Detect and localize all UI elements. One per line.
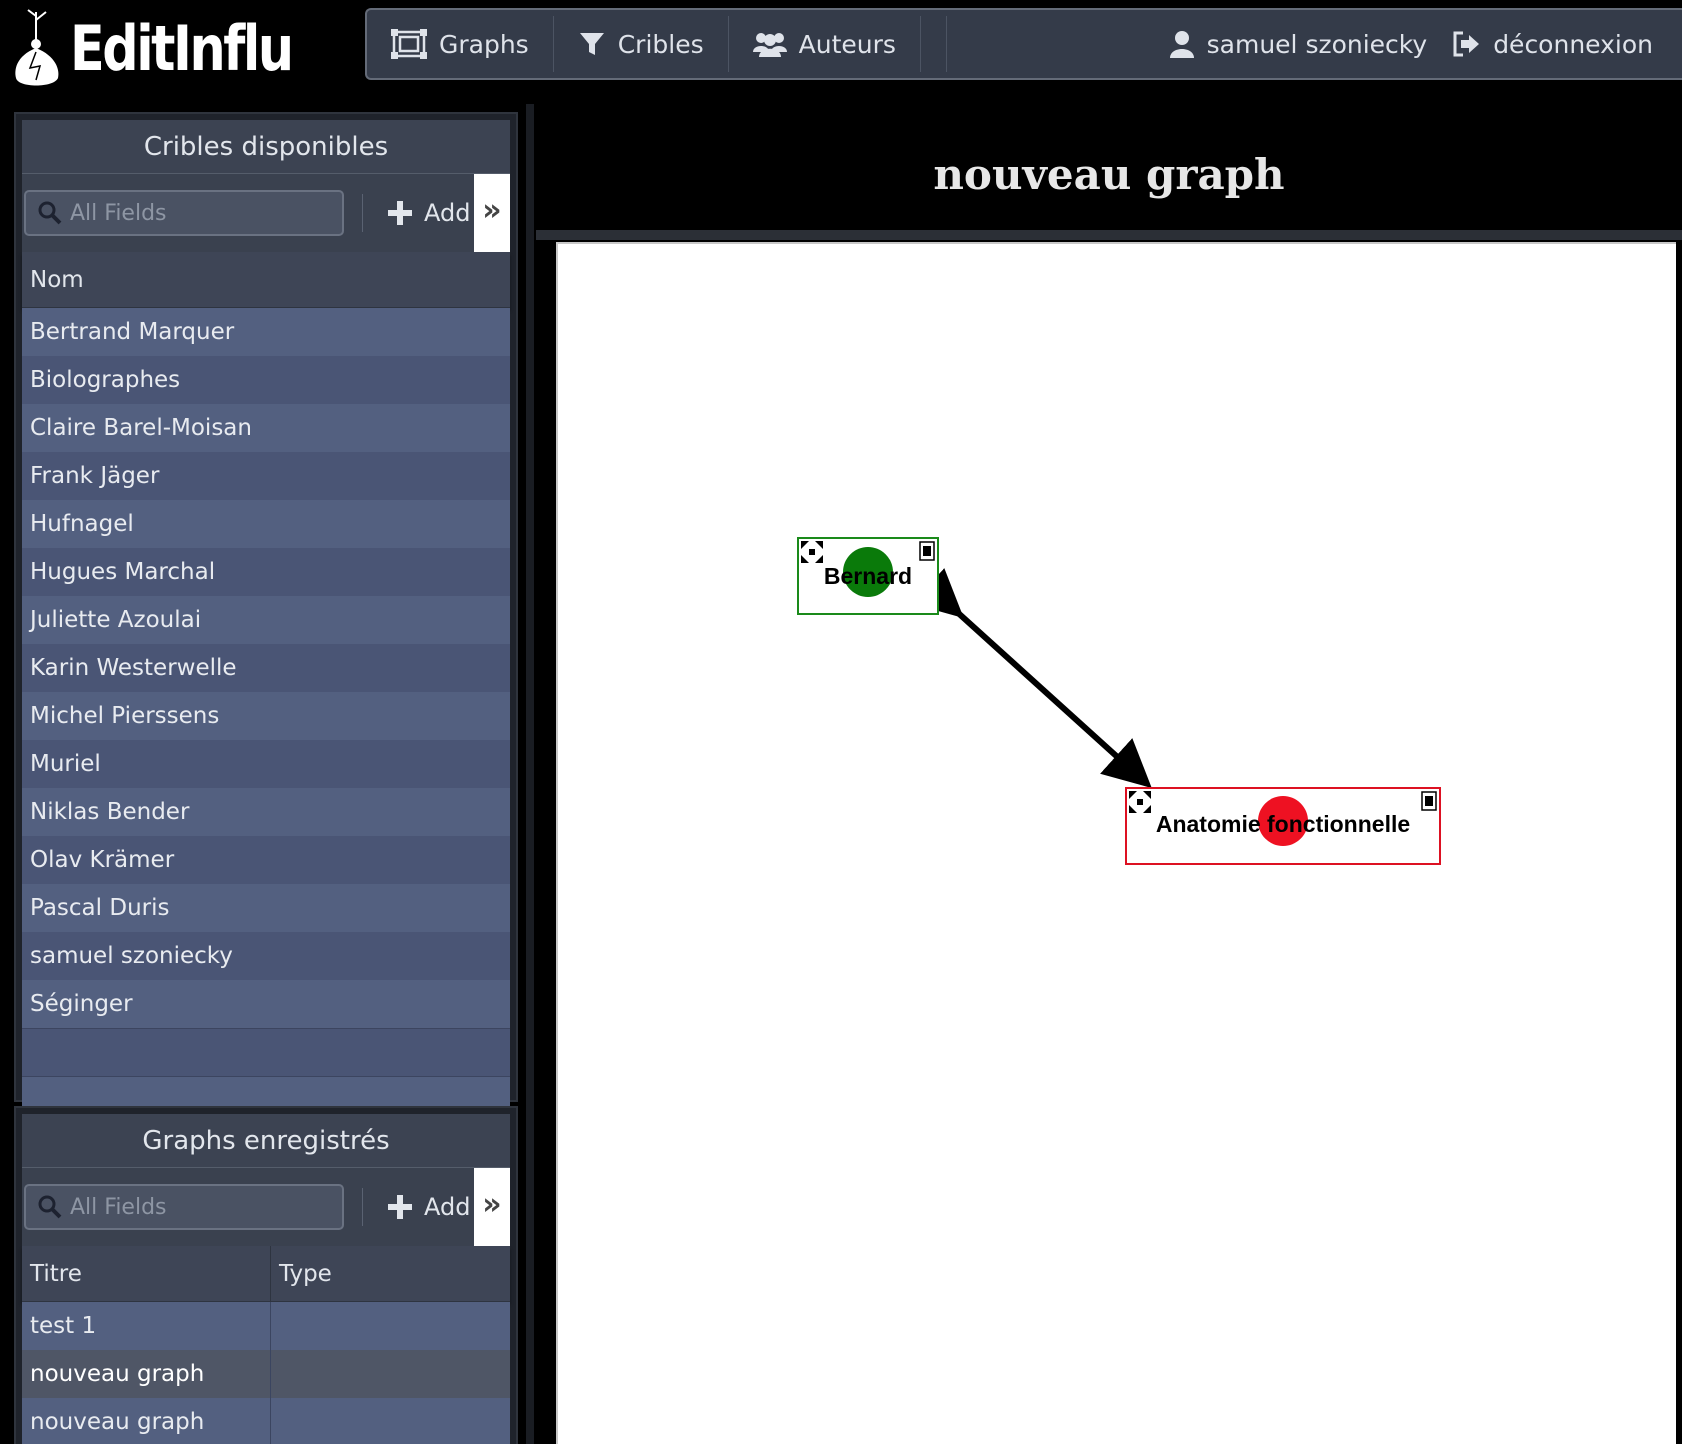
flask-logo-icon: [15, 9, 59, 86]
graph-row-titre: nouveau graph: [22, 1350, 271, 1398]
crible-row[interactable]: Frank Jäger: [22, 452, 510, 500]
graphs-toolbar: Add »: [22, 1168, 510, 1246]
graphs-panel-title: Graphs enregistrés: [22, 1114, 510, 1168]
crible-row[interactable]: Olav Krämer: [22, 836, 510, 884]
panel-splitter[interactable]: [526, 104, 534, 1444]
title-underline: [536, 230, 1682, 240]
graph-row[interactable]: nouveau graph: [22, 1350, 510, 1398]
graph-row-type: [271, 1302, 510, 1350]
graph-row-titre: nouveau graph: [22, 1398, 271, 1444]
crible-row-empty: [22, 1028, 510, 1076]
users-icon: [752, 33, 787, 57]
nav-graphs-label: Graphs: [439, 29, 529, 59]
toolbar-separator: [362, 1188, 363, 1226]
nav-auteurs[interactable]: Auteurs: [729, 16, 921, 72]
graph-title: nouveau graph: [933, 150, 1285, 199]
cribles-search-box: [24, 190, 344, 236]
nav-user[interactable]: samuel szoniecky: [1157, 16, 1440, 72]
graph-canvas[interactable]: Bernard Anatomie fonctionnelle: [556, 242, 1676, 1444]
nav-logout[interactable]: déconnexion: [1439, 16, 1665, 72]
crible-row[interactable]: samuel szoniecky: [22, 932, 510, 980]
crible-row[interactable]: Muriel: [22, 740, 510, 788]
cribles-list: Bertrand Marquer Biolographes Claire Barel…: [22, 308, 510, 1124]
search-icon: [38, 201, 62, 225]
column-type[interactable]: Type: [271, 1246, 332, 1302]
column-nom[interactable]: Nom: [22, 252, 84, 308]
crible-row[interactable]: Biolographes: [22, 356, 510, 404]
crible-row[interactable]: Séginger: [22, 980, 510, 1028]
crible-row[interactable]: Bertrand Marquer: [22, 308, 510, 356]
document-icon[interactable]: [1421, 791, 1437, 811]
crible-row[interactable]: Claire Barel-Moisan: [22, 404, 510, 452]
graphs-panel: Graphs enregistrés Add »: [14, 1106, 518, 1444]
graph-node-anatomie[interactable]: Anatomie fonctionnelle: [1125, 787, 1441, 865]
cribles-panel: Cribles disponibles Add »: [14, 112, 518, 1124]
user-icon: [1169, 31, 1194, 58]
graphs-search-input[interactable]: [70, 1194, 330, 1220]
crible-row[interactable]: Pascal Duris: [22, 884, 510, 932]
nav-cribles[interactable]: Cribles: [554, 16, 729, 72]
cribles-search-input[interactable]: [70, 200, 330, 226]
nav-user-label: samuel szoniecky: [1206, 29, 1428, 59]
node-label: Anatomie fonctionnelle: [1156, 811, 1410, 837]
graph-row[interactable]: nouveau graph: [22, 1398, 510, 1444]
graph-node-bernard[interactable]: Bernard: [797, 537, 939, 615]
crible-row[interactable]: Michel Pierssens: [22, 692, 510, 740]
graphs-search-box: [24, 1184, 344, 1230]
logo-text: EditInflu: [70, 12, 294, 85]
cribles-add-button[interactable]: Add: [388, 188, 470, 238]
plus-icon: [388, 201, 412, 225]
cribles-toolbar: Add »: [22, 174, 510, 252]
nav-logout-label: déconnexion: [1493, 29, 1653, 59]
app-logo[interactable]: EditInflu: [10, 8, 340, 90]
graphs-list: test 1 nouveau graph nouveau graph: [22, 1302, 510, 1444]
toolbar-separator: [362, 194, 363, 232]
node-label: Bernard: [824, 563, 912, 589]
graph-row[interactable]: test 1: [22, 1302, 510, 1350]
nav-cribles-label: Cribles: [617, 29, 704, 59]
app-root: EditInflu Graphs Cribles Auteurs samuel …: [0, 0, 1682, 1444]
search-icon: [38, 1195, 62, 1219]
graphs-add-button[interactable]: Add: [388, 1182, 470, 1232]
nav-user-area: samuel szoniecky déconnexion: [1157, 16, 1682, 72]
graph-link[interactable]: [912, 568, 1152, 789]
top-navbar: Graphs Cribles Auteurs samuel szoniecky …: [365, 8, 1682, 80]
graphs-add-label: Add: [424, 1193, 471, 1221]
crible-row[interactable]: Hufnagel: [22, 500, 510, 548]
nav-auteurs-label: Auteurs: [798, 29, 896, 59]
graph-icon: [391, 29, 427, 59]
filter-icon: [579, 33, 604, 55]
column-titre[interactable]: Titre: [22, 1245, 271, 1302]
cribles-column-header: Nom: [22, 252, 510, 308]
graph-svg: Bernard Anatomie fonctionnelle: [797, 537, 1441, 865]
nav-graphs[interactable]: Graphs: [367, 16, 554, 72]
nav-divider: [921, 16, 947, 72]
crible-row[interactable]: Karin Westerwelle: [22, 644, 510, 692]
graphs-column-header: Titre Type: [22, 1245, 510, 1302]
cribles-add-label: Add: [424, 199, 471, 227]
cribles-panel-title: Cribles disponibles: [22, 120, 510, 174]
graph-row-type: [271, 1398, 510, 1444]
graphs-expand-button[interactable]: »: [474, 1168, 510, 1246]
graph-row-type: [271, 1350, 510, 1398]
logout-icon: [1453, 31, 1480, 57]
crible-row[interactable]: Hugues Marchal: [22, 548, 510, 596]
cribles-expand-button[interactable]: »: [474, 174, 510, 252]
graph-row-titre: test 1: [22, 1302, 271, 1350]
plus-icon: [388, 1195, 412, 1219]
crible-row[interactable]: Niklas Bender: [22, 788, 510, 836]
document-icon[interactable]: [919, 541, 935, 561]
crible-row[interactable]: Juliette Azoulai: [22, 596, 510, 644]
